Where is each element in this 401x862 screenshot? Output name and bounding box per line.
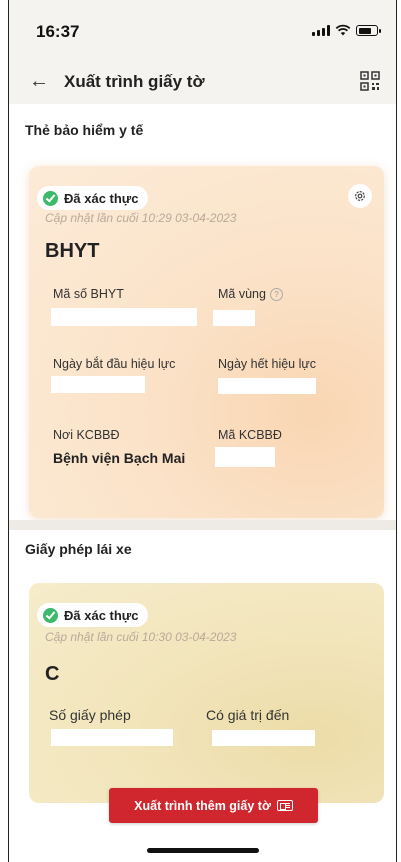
- page-title: Xuất trình giấy tờ: [64, 72, 205, 91]
- status-icons: [312, 24, 381, 36]
- id-card-icon: [276, 800, 293, 811]
- redacted-insurance-number: [51, 308, 197, 326]
- driving-license-card[interactable]: Đã xác thực Cập nhật lần cuối 10:30 03-0…: [29, 583, 384, 803]
- redacted-region-code: [213, 310, 255, 326]
- check-circle-icon: [43, 607, 58, 623]
- arrow-left-icon: ←: [29, 70, 49, 92]
- redacted-valid-until: [212, 730, 315, 746]
- last-updated: Cập nhật lần cuối 10:30 03-04-2023: [45, 630, 237, 644]
- kcbbd-place-label: Nơi KCBBĐ: [53, 428, 120, 442]
- last-updated: Cập nhật lần cuối 10:29 03-04-2023: [45, 211, 237, 225]
- present-more-documents-button[interactable]: Xuất trình thêm giấy tờ: [109, 788, 318, 823]
- end-date-label: Ngày hết hiệu lực: [218, 357, 317, 371]
- section-divider: [9, 520, 396, 530]
- app-header: ← Xuất trình giấy tờ: [9, 62, 396, 104]
- qr-code-icon[interactable]: [360, 71, 380, 91]
- gear-icon: [355, 191, 365, 201]
- status-bar: 16:37: [9, 0, 396, 62]
- insurance-number-label: Mã số BHYT: [53, 287, 124, 301]
- card-type-code: BHYT: [45, 240, 100, 262]
- kcbbd-place-value: Bệnh viện Bạch Mai: [53, 450, 186, 466]
- home-indicator[interactable]: [147, 848, 259, 853]
- redacted-end-date: [218, 378, 316, 394]
- card-settings-button[interactable]: [348, 184, 372, 208]
- redacted-license-number: [51, 729, 173, 746]
- check-circle-icon: [43, 190, 58, 206]
- redacted-kcbbd-code: [215, 447, 275, 467]
- region-code-label: Mã vùng?: [218, 287, 283, 301]
- license-class: C: [45, 663, 60, 685]
- cellular-signal-icon: [312, 25, 330, 36]
- bhyt-card[interactable]: Đã xác thực Cập nhật lần cuối 10:29 03-0…: [29, 166, 384, 518]
- wifi-icon: [335, 24, 351, 36]
- verified-badge: Đã xác thực: [37, 186, 149, 210]
- redacted-start-date: [51, 376, 145, 393]
- license-section-title: Giấy phép lái xe: [25, 541, 132, 557]
- verified-label: Đã xác thực: [64, 607, 139, 623]
- back-button[interactable]: ←: [29, 70, 49, 93]
- start-date-label: Ngày bắt đầu hiệu lực: [53, 357, 176, 371]
- phone-screen: 16:37 ← Xuất trình giấy tờ Thẻ bảo hiểm …: [8, 0, 397, 862]
- valid-until-label: Có giá trị đến: [206, 707, 290, 723]
- battery-icon: [356, 25, 381, 36]
- status-time: 16:37: [36, 22, 80, 41]
- kcbbd-code-label: Mã KCBBĐ: [218, 428, 282, 442]
- bhyt-section-title: Thẻ bảo hiểm y tế: [25, 122, 144, 138]
- cta-label: Xuất trình thêm giấy tờ: [134, 798, 271, 813]
- verified-badge: Đã xác thực: [37, 603, 149, 627]
- license-number-label: Số giấy phép: [49, 707, 131, 723]
- help-icon[interactable]: ?: [269, 288, 283, 301]
- verified-label: Đã xác thực: [64, 190, 139, 206]
